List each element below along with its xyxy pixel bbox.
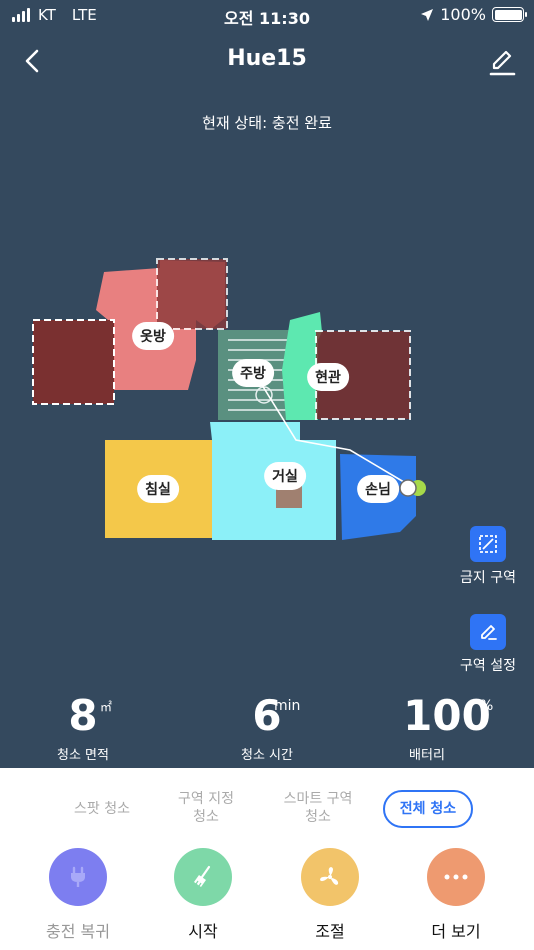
- mode-zone[interactable]: 구역 지정 청소: [156, 790, 256, 826]
- control-panel: 스팟 청소 구역 지정 청소 스마트 구역 청소 전체 청소 충전 복귀 시작: [0, 768, 534, 950]
- mode-smart-line2: 청소: [305, 809, 331, 825]
- room-label-kitchen[interactable]: 주방: [232, 359, 274, 387]
- stat-battery: 100 % 배터리: [392, 690, 502, 763]
- zone-settings-label: 구역 설정: [460, 658, 516, 674]
- fan-icon: [320, 867, 339, 885]
- page-title: Hue15: [227, 46, 307, 71]
- adjust-button[interactable]: 조절: [285, 848, 375, 942]
- area-value: 8: [68, 691, 98, 740]
- dock-circle: [49, 848, 107, 906]
- room-label-guest[interactable]: 손님: [357, 475, 399, 503]
- nav-bar: Hue15: [0, 38, 534, 84]
- area-unit: ㎡: [100, 700, 113, 714]
- broom-icon: [194, 865, 211, 887]
- stat-time: 6 min 청소 시간: [222, 690, 312, 763]
- status-right: 100%: [420, 5, 527, 24]
- battery-percent: 100%: [440, 5, 486, 24]
- dock-button[interactable]: 충전 복귀: [33, 848, 123, 942]
- mode-zone-line1: 구역 지정: [178, 791, 234, 807]
- mode-spot[interactable]: 스팟 청소: [52, 800, 152, 818]
- status-bar: KT LTE 오전 11:30 100%: [0, 0, 534, 32]
- location-arrow-icon: [421, 8, 434, 21]
- more-button[interactable]: 더 보기: [411, 848, 501, 942]
- room-label-closet[interactable]: 옷방: [132, 322, 174, 350]
- more-circle: [427, 848, 485, 906]
- robot-status: 현재 상태: 충전 완료: [202, 114, 332, 132]
- start-button[interactable]: 시작: [158, 848, 248, 942]
- zone-settings-button[interactable]: [470, 614, 506, 650]
- no-go-zone-label: 금지 구역: [460, 570, 516, 586]
- more-dots-icon: [444, 874, 468, 880]
- area-label: 청소 면적: [57, 748, 109, 763]
- adjust-circle: [301, 848, 359, 906]
- adjust-label: 조절: [315, 922, 345, 941]
- start-label: 시작: [188, 922, 218, 941]
- map-canvas: [32, 258, 426, 540]
- plug-icon: [71, 866, 85, 887]
- time-unit: min: [274, 698, 301, 714]
- more-label: 더 보기: [431, 922, 481, 941]
- pencil-icon: [481, 625, 497, 640]
- room-label-bedroom[interactable]: 침실: [137, 475, 179, 503]
- battery-icon: [492, 7, 527, 22]
- dock-label: 충전 복귀: [46, 922, 110, 941]
- mode-smart-line1: 스마트 구역: [283, 791, 353, 807]
- robot-icon: [399, 479, 417, 497]
- start-circle: [174, 848, 232, 906]
- mode-smart[interactable]: 스마트 구역 청소: [268, 790, 368, 826]
- battery-label: 배터리: [409, 748, 445, 763]
- room-label-entrance[interactable]: 현관: [307, 363, 349, 391]
- edit-icon[interactable]: [486, 46, 518, 78]
- stat-area: 8 ㎡ 청소 면적: [38, 690, 128, 763]
- stats-row: 8 ㎡ 청소 면적 6 min 청소 시간 100 % 배터리: [0, 690, 534, 763]
- room-label-living[interactable]: 거실: [264, 462, 306, 490]
- cleaning-map[interactable]: 옷방 주방 현관 침실 거실 손님: [0, 240, 534, 560]
- mode-zone-line2: 청소: [193, 809, 219, 825]
- time-label: 청소 시간: [241, 748, 293, 763]
- no-go-zone-button[interactable]: [470, 526, 506, 562]
- battery-unit: %: [480, 698, 494, 714]
- mode-full[interactable]: 전체 청소: [383, 790, 473, 828]
- no-go-zone-icon: [479, 535, 497, 553]
